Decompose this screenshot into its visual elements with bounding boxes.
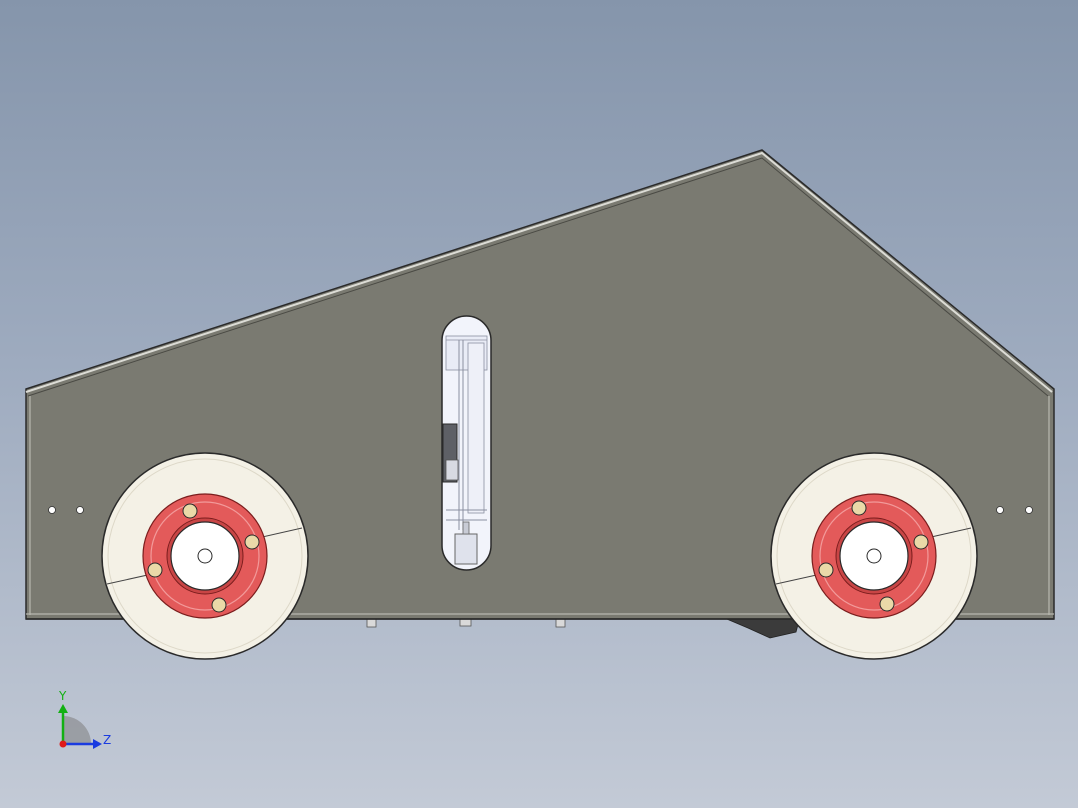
cad-viewport[interactable]: Y Z: [0, 0, 1078, 808]
right-wheel[interactable]: [770, 452, 978, 660]
z-axis-label: Z: [103, 733, 111, 747]
bottom-fixtures: [366, 616, 801, 639]
model-scene[interactable]: Y Z: [0, 0, 1078, 808]
left-hub: [142, 493, 268, 619]
caster-mount: [721, 616, 801, 639]
y-axis-label: Y: [58, 689, 67, 703]
triad-plane-icon: [63, 716, 91, 744]
right-hub: [811, 493, 937, 619]
center-slot[interactable]: [441, 315, 492, 571]
left-wheel[interactable]: [101, 452, 309, 660]
x-axis-icon: [59, 740, 67, 748]
coordinate-triad[interactable]: Y Z: [58, 689, 111, 749]
